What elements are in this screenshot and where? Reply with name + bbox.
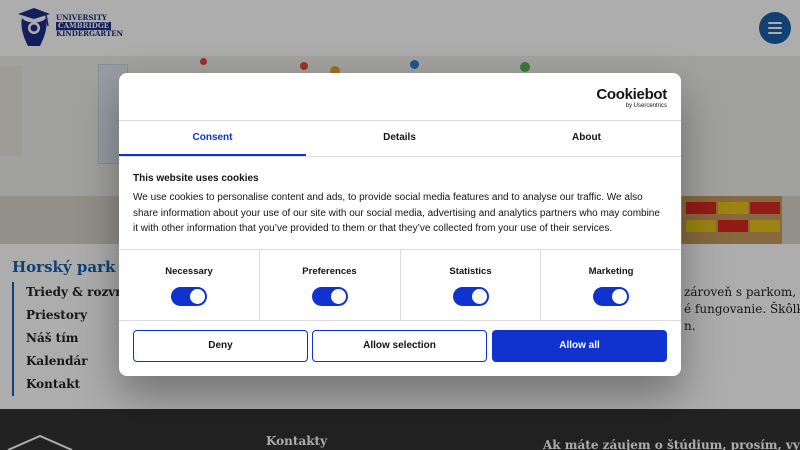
switch-knob [331, 289, 346, 304]
switch-knob [472, 289, 487, 304]
toggle-marketing: Marketing [540, 250, 681, 320]
tab-consent[interactable]: Consent [119, 121, 306, 156]
dialog-body-text: We use cookies to personalise content an… [133, 192, 660, 234]
marketing-switch[interactable] [593, 287, 629, 306]
preferences-switch[interactable] [312, 287, 348, 306]
toggle-statistics: Statistics [400, 250, 540, 320]
divider [119, 156, 681, 157]
divider [119, 320, 681, 321]
toggle-label: Marketing [588, 266, 634, 277]
toggle-preferences: Preferences [259, 250, 399, 320]
necessary-switch[interactable] [171, 287, 207, 306]
switch-knob [612, 289, 627, 304]
allow-selection-button[interactable]: Allow selection [312, 330, 487, 362]
statistics-switch[interactable] [453, 287, 489, 306]
toggle-label: Statistics [449, 266, 492, 277]
tab-details[interactable]: Details [306, 121, 493, 156]
dialog-heading: This website uses cookies [133, 173, 259, 184]
switch-knob [190, 289, 205, 304]
cookiebot-logo: Cookiebot by Usercentrics [596, 87, 667, 110]
toggle-necessary: Necessary [119, 250, 259, 320]
deny-button[interactable]: Deny [133, 330, 308, 362]
toggle-label: Necessary [165, 266, 213, 277]
brand-name: Cookiebot [596, 86, 667, 103]
toggle-label: Preferences [302, 266, 357, 277]
brand-sub: by Usercentrics [625, 103, 667, 109]
cookie-consent-dialog: Cookiebot by Usercentrics Consent Detail… [119, 73, 681, 376]
tab-about[interactable]: About [493, 121, 680, 156]
allow-all-button[interactable]: Allow all [492, 330, 667, 362]
